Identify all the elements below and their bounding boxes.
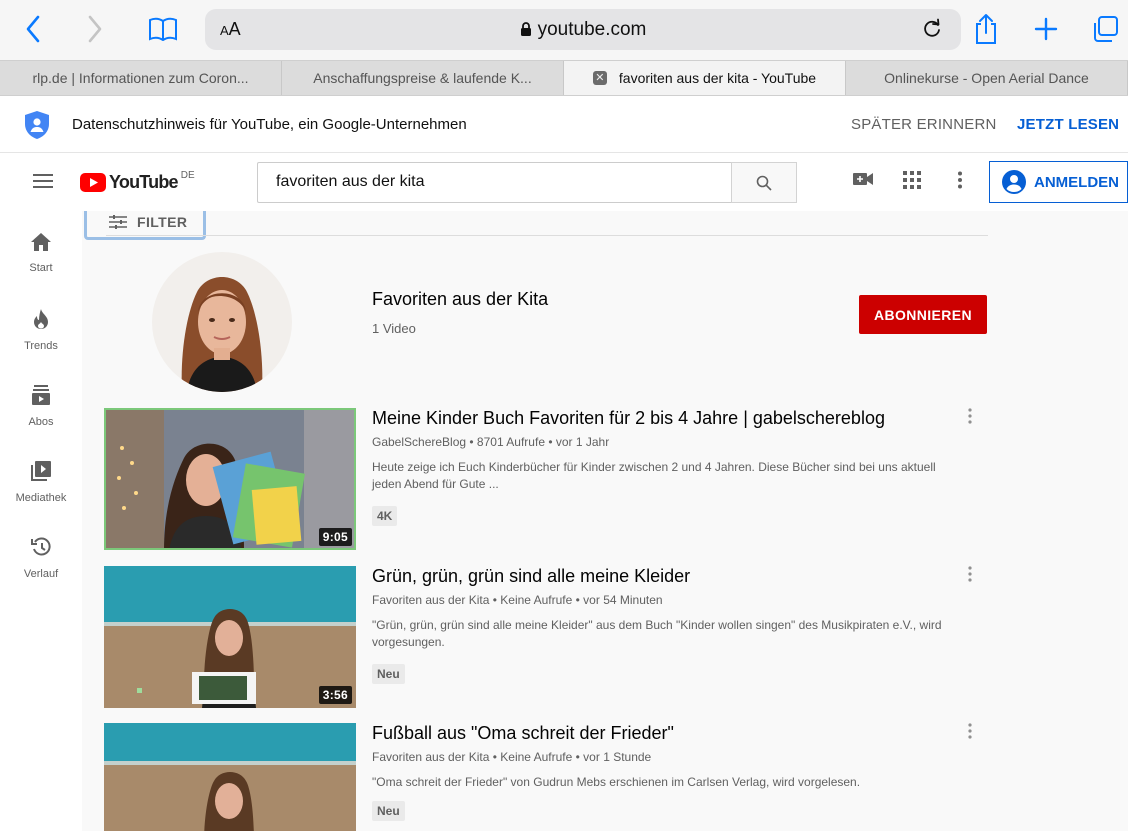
video-description: Heute zeige ich Euch Kinderbücher für Ki…: [372, 460, 936, 491]
new-tab-icon[interactable]: [1028, 12, 1064, 46]
filter-icon: [109, 215, 127, 229]
shield-icon: [24, 110, 50, 145]
video-meta: Favoriten aus der Kita • Keine Aufrufe •…: [372, 750, 652, 764]
video-duration: 9:05: [318, 528, 352, 546]
reload-icon[interactable]: [921, 18, 943, 45]
sign-in-button[interactable]: ANMELDEN: [989, 161, 1128, 203]
tab-anschaffungspreise[interactable]: Anschaffungspreise & laufende K...: [282, 61, 564, 95]
lock-icon: [520, 21, 532, 43]
video-meta: GabelSchereBlog • 8701 Aufrufe • vor 1 J…: [372, 435, 610, 449]
subscriptions-icon: [32, 385, 50, 405]
account-icon: [1002, 170, 1026, 194]
sidebar-item-trends[interactable]: Trends: [0, 309, 82, 352]
video-duration: 3:56: [318, 686, 352, 704]
video-thumbnail[interactable]: 9:05: [104, 408, 356, 550]
video-title[interactable]: Meine Kinder Buch Favoriten für 2 bis 4 …: [372, 408, 885, 429]
close-tab-icon[interactable]: ✕: [592, 71, 607, 85]
privacy-banner: Datenschutzhinweis für YouTube, ein Goog…: [0, 96, 1128, 153]
subscribe-button[interactable]: ABONNIEREN: [859, 295, 987, 334]
channel-avatar[interactable]: [152, 252, 292, 392]
sidebar-item-verlauf[interactable]: Verlauf: [0, 537, 82, 580]
tab-overview-icon[interactable]: [1087, 12, 1123, 46]
url-text: youtube.com: [537, 19, 647, 40]
video-description: "Oma schreit der Frieder" von Gudrun Meb…: [372, 775, 861, 789]
video-thumbnail[interactable]: [104, 723, 356, 831]
sidebar-item-abos[interactable]: Abos: [0, 385, 82, 428]
tab-onlinekurse[interactable]: Onlinekurse - Open Aerial Dance: [846, 61, 1128, 95]
youtube-masthead: YouTube DE favoriten aus der kita ANMELD…: [0, 153, 1128, 211]
library-icon: [31, 461, 51, 481]
create-video-icon[interactable]: [853, 171, 873, 192]
back-icon[interactable]: [18, 12, 48, 46]
more-vert-icon[interactable]: [962, 408, 978, 430]
search-input[interactable]: favoriten aus der kita: [257, 162, 731, 203]
search-results: FILTER Favoriten aus der Kita 1 Video AB…: [82, 211, 1128, 831]
browser-toolbar: AA youtube.com: [0, 0, 1128, 60]
forward-icon[interactable]: [80, 12, 110, 46]
video-thumbnail[interactable]: 3:56: [104, 566, 356, 708]
tab-rlp[interactable]: rlp.de | Informationen zum Coron...: [0, 61, 282, 95]
read-now-button[interactable]: JETZT LESEN: [1017, 116, 1119, 133]
channel-video-count: 1 Video: [372, 321, 416, 336]
home-icon: [31, 233, 51, 251]
search-icon: [756, 175, 772, 191]
trending-icon: [34, 309, 48, 329]
new-badge: Neu: [372, 801, 405, 821]
divider: [106, 235, 988, 236]
menu-icon[interactable]: [33, 173, 53, 194]
more-vert-icon[interactable]: [957, 171, 963, 194]
video-title[interactable]: Grün, grün, grün sind alle meine Kleider: [372, 566, 690, 587]
address-bar[interactable]: AA youtube.com: [205, 9, 961, 50]
youtube-logo[interactable]: YouTube DE: [80, 170, 195, 193]
video-description: "Grün, grün, grün sind alle meine Kleide…: [372, 618, 942, 649]
video-title[interactable]: Fußball aus "Oma schreit der Frieder": [372, 723, 674, 744]
tab-bar: rlp.de | Informationen zum Coron... Ansc…: [0, 60, 1128, 96]
more-vert-icon[interactable]: [962, 723, 978, 745]
video-result[interactable]: 9:05 Meine Kinder Buch Favoriten für 2 b…: [104, 408, 1044, 552]
apps-grid-icon[interactable]: [903, 171, 921, 194]
history-icon: [31, 537, 51, 556]
sidebar-item-mediathek[interactable]: Mediathek: [0, 461, 82, 504]
share-icon[interactable]: [968, 12, 1004, 46]
sidebar-item-start[interactable]: Start: [0, 233, 82, 274]
privacy-text: Datenschutzhinweis für YouTube, ein Goog…: [72, 116, 467, 133]
tab-youtube-active[interactable]: ✕ favoriten aus der kita - YouTube: [564, 61, 846, 95]
video-result[interactable]: 3:56 Grün, grün, grün sind alle meine Kl…: [104, 566, 1044, 710]
video-meta: Favoriten aus der Kita • Keine Aufrufe •…: [372, 593, 663, 607]
quality-badge: 4K: [372, 506, 398, 526]
video-result[interactable]: Fußball aus "Oma schreit der Frieder" Fa…: [104, 723, 1044, 831]
search-button[interactable]: [731, 162, 797, 203]
guide-sidebar: Start Trends Abos Mediathek Verlauf: [0, 211, 82, 831]
more-vert-icon[interactable]: [962, 566, 978, 588]
youtube-play-icon: [80, 173, 106, 192]
new-badge: Neu: [372, 664, 405, 684]
channel-name[interactable]: Favoriten aus der Kita: [372, 289, 548, 310]
bookmarks-icon[interactable]: [145, 12, 181, 46]
remind-later-button[interactable]: SPÄTER ERINNERN: [851, 116, 997, 133]
